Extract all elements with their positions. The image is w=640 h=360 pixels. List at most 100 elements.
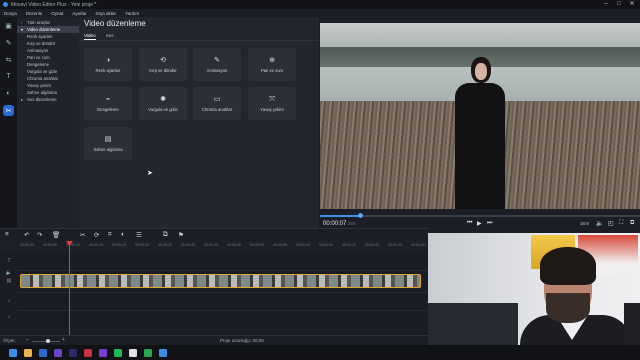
video-preview[interactable] [320,23,640,209]
timeline-toolbar: ≡ ↶ ↷ 🗑 ✂ ⟳ ⌗ ◐ ☰ ⧉ ⚑ [0,228,428,241]
app-icon[interactable] [129,348,137,357]
nav-item-stabilize[interactable]: Dengeleme [17,61,79,68]
app-icon[interactable] [99,348,107,357]
explorer-icon[interactable] [24,348,32,357]
playhead[interactable] [69,244,70,335]
tool-card-color[interactable]: ◑ Renk ayarları [84,48,132,81]
tools-icon[interactable]: ✂ [3,105,14,116]
track-settings-icon[interactable]: ≡ [5,231,9,238]
timecode-ms: 203 [348,221,356,226]
redo-icon[interactable]: ↷ [37,231,42,239]
timeline-ruler[interactable]: 00:00:00 00:00:05 00:00:10 00:00:15 00:00:20… [0,241,428,250]
nav-item-highlight[interactable]: Vurgula ve gizle [17,68,79,75]
menu-settings[interactable]: Ayarlar [72,11,86,16]
menu-export[interactable]: Dışa aktar [95,11,116,16]
progress-handle[interactable] [358,213,363,218]
undo-icon[interactable]: ↶ [24,231,29,239]
nav-audio-editing[interactable]: ▸ Ses düzenleme [17,96,79,103]
stickers-icon[interactable]: ◐ [3,88,14,99]
next-frame-icon[interactable]: ⏭ [487,220,492,227]
text-track-icon[interactable]: T [0,258,18,264]
tool-card-crop[interactable]: ⟲ Kırp ve döndür [139,48,187,81]
volume-icon[interactable]: 🔈 [596,220,603,227]
rotate-icon[interactable]: ⟳ [94,231,99,239]
track-divider [18,310,428,311]
video-track-icon[interactable]: ▤ [0,278,18,284]
ruler-tick-label: 00:00:30 [158,243,172,247]
prev-frame-icon[interactable]: ⏮ [467,220,472,227]
premiere-icon[interactable] [54,348,62,357]
person-body [455,83,505,209]
zoom-out-icon[interactable]: – [26,337,29,343]
detach-player-icon[interactable]: ⧉ [630,220,634,227]
cut-icon[interactable]: ✂ [80,231,85,239]
crop-icon[interactable]: ⌗ [108,231,112,239]
card-label: Pan ve zum [260,68,284,73]
after-effects-icon[interactable] [69,348,77,357]
start-icon[interactable] [9,348,17,357]
ruler-tick-label: 00:00:55 [273,243,287,247]
nav-item-chroma[interactable]: Chroma anahtar [17,75,79,82]
audio-track-icon[interactable]: ♪ [0,298,18,304]
tool-strip: ▣ ✎ ⇆ T ◐ ✂ [0,17,17,228]
tool-card-slowmo[interactable]: ⤧ Yavaş çekim [248,87,296,120]
play-icon[interactable]: ▶ [477,220,482,227]
ruler-tick-label: 00:01:20 [388,243,402,247]
video-clip[interactable] [20,274,421,288]
player-controls: 00:00:07 203 ⏮ ▶ ⏭ 16:9 🔈 ◰ ⛶ ⧉ [320,209,640,228]
ruler-tick-label: 00:01:05 [319,243,333,247]
timeline-footer: Ölçek: – + Proje uzunluğu: 00:59 [0,335,428,345]
snapshot-icon[interactable]: ◰ [608,220,614,227]
app-icon[interactable] [144,348,152,357]
ruler-tick-label: 00:01:25 [411,243,425,247]
progress-fill [320,215,360,217]
fullscreen-icon[interactable]: ⛶ [619,220,623,227]
zoom-slider-handle[interactable] [46,339,50,343]
mute-track-icon[interactable]: 🔈 [0,270,18,276]
nav-item-scene[interactable]: Sahne algılama [17,89,79,96]
menu-file[interactable]: Dosya [4,11,17,16]
tool-card-pan-zoom[interactable]: ⊕ Pan ve zum [248,48,296,81]
audio-track-2-icon[interactable]: ♪ [0,314,18,320]
nav-item-crop[interactable]: Kırp ve döndür [17,40,79,47]
nav-all-tools[interactable]: ‹ Tüm araçlar [17,19,79,26]
zoom-in-icon[interactable]: + [62,337,65,343]
tool-card-animation[interactable]: ✎ Animasyon [193,48,241,81]
photoshop-icon[interactable] [39,348,47,357]
nav-item-slowmo[interactable]: Yavaş çekim [17,82,79,89]
nav-item-pan-zoom[interactable]: Pan ve zum [17,54,79,61]
clip-properties-icon[interactable]: ☰ [136,231,142,239]
spotify-icon[interactable] [114,348,122,357]
color-icon[interactable]: ◐ [121,231,125,238]
tool-card-scene[interactable]: ▤ Sahne algılama [84,127,132,160]
nav-item-animation[interactable]: Animasyon [17,47,79,54]
maximize-icon[interactable]: □ [613,0,625,9]
preview-person [444,57,514,209]
nav-video-editing[interactable]: ▾ Video düzenleme [17,26,79,33]
filters-icon[interactable]: ✎ [3,37,14,48]
menu-help[interactable]: Yardım [125,11,139,16]
transition-wizard-icon[interactable]: ⧉ [163,231,168,239]
movavi-taskbar-icon[interactable] [159,348,167,357]
minimize-icon[interactable]: – [600,0,612,9]
tool-card-highlight[interactable]: ✺ Vurgula ve gizle [139,87,187,120]
marker-icon[interactable]: ⚑ [178,231,184,239]
nav-item-color[interactable]: Renk ayarları [17,33,79,40]
video-editing-panel: Video düzenleme Video Ses ◑ Renk ayarları… [79,17,319,228]
tab-audio[interactable]: Ses [106,33,114,40]
transitions-icon[interactable]: ⇆ [3,54,14,65]
import-icon[interactable]: ▣ [3,20,14,31]
tools-nav-panel: ‹ Tüm araçlar ▾ Video düzenleme Renk ayarl… [17,17,79,228]
tool-card-stabilize[interactable]: ⌁ Dengeleme [84,87,132,120]
tool-card-chroma[interactable]: ▭ Chroma anahtar [193,87,241,120]
card-label: Sahne algılama [93,147,123,152]
menu-play[interactable]: Oynat [51,11,63,16]
app-icon[interactable] [84,348,92,357]
close-icon[interactable]: ✕ [626,0,638,9]
delete-icon[interactable]: 🗑 [52,231,60,239]
menu-edit[interactable]: Düzenle [26,11,43,16]
titles-icon[interactable]: T [3,71,14,82]
aspect-ratio-select[interactable]: 16:9 [580,221,589,226]
playback-progress[interactable] [320,213,640,218]
tab-video[interactable]: Video [84,33,96,40]
